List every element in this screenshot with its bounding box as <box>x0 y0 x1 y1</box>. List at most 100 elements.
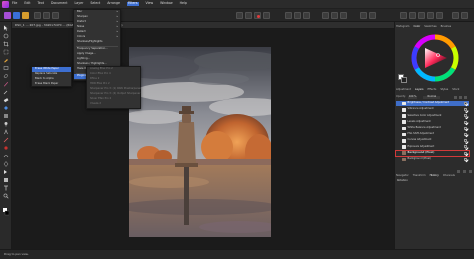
tab-color[interactable]: Color <box>413 25 420 29</box>
tab-effects[interactable]: Effects <box>428 88 437 92</box>
layer-row[interactable]: Levels Adjustment <box>396 120 469 125</box>
toolbar-icon[interactable] <box>263 12 270 19</box>
tool-option-icon[interactable] <box>52 12 59 19</box>
toolbar-icon[interactable] <box>461 12 468 19</box>
layer-row[interactable]: Vibrance Adjustment <box>396 107 469 112</box>
menu-filters[interactable]: Filters <box>126 1 139 6</box>
tab-navigator[interactable]: Navigator <box>396 174 409 178</box>
menu-text[interactable]: Text <box>38 1 44 6</box>
blemish-tool-icon[interactable] <box>3 137 9 143</box>
toolbar-icon[interactable] <box>331 12 338 19</box>
toolbar-icon[interactable] <box>427 12 434 19</box>
layer-visibility-checkbox[interactable] <box>464 108 467 112</box>
toolbar-icon[interactable] <box>236 12 243 19</box>
affinity-photo-logo-icon[interactable] <box>2 1 9 8</box>
tab-layers[interactable]: Layers <box>415 88 424 92</box>
tab-stock[interactable]: Stock <box>452 88 459 92</box>
layer-option-icon[interactable] <box>459 96 463 99</box>
menu-edit[interactable]: Edit <box>24 1 30 6</box>
color-picker-icon[interactable] <box>3 89 9 95</box>
add-adjustment-icon[interactable] <box>463 169 466 173</box>
view-tool-icon[interactable] <box>3 33 9 39</box>
menu-arrange[interactable]: Arrange <box>107 1 120 6</box>
layer-visibility-checkbox[interactable] <box>464 120 467 124</box>
toolbar-icon[interactable] <box>322 12 329 19</box>
toolbar-icon[interactable] <box>340 12 347 19</box>
menu-view[interactable]: View <box>146 1 154 6</box>
selection-brush-icon[interactable] <box>3 49 9 55</box>
record-macro-icon[interactable] <box>254 12 261 19</box>
menu-file[interactable]: File <box>12 1 17 6</box>
menu-window[interactable]: Window <box>160 1 173 6</box>
layer-option-icon[interactable] <box>464 96 468 99</box>
add-layer-icon[interactable] <box>457 169 460 173</box>
blend-mode-select[interactable]: Normal <box>423 96 441 99</box>
layer-visibility-checkbox[interactable] <box>464 145 467 149</box>
menu-item-erase-black-paper[interactable]: Erase Black Paper <box>32 82 71 87</box>
toolbar-icon[interactable] <box>436 12 443 19</box>
layer-row-background-highlighted[interactable]: Background (Pixel) <box>395 149 470 157</box>
layer-visibility-checkbox[interactable] <box>464 151 467 155</box>
marquee-tool-icon[interactable] <box>3 65 9 71</box>
erase-brush-icon[interactable] <box>3 97 9 103</box>
color-wheel[interactable] <box>411 34 459 82</box>
color-swatch-icon[interactable] <box>3 208 10 216</box>
tool-option-icon[interactable] <box>43 12 50 19</box>
tab-brushes[interactable]: Brushes <box>441 25 451 29</box>
smudge-brush-icon[interactable] <box>3 153 9 159</box>
paint-brush-icon[interactable] <box>3 81 9 87</box>
develop-persona-icon[interactable] <box>22 12 29 19</box>
layer-option-icon[interactable] <box>454 96 458 99</box>
toolbar-icon[interactable] <box>285 12 292 19</box>
menu-document[interactable]: Document <box>51 1 68 6</box>
layer-visibility-checkbox[interactable] <box>464 114 467 118</box>
toolbar-icon[interactable] <box>369 12 376 19</box>
layer-visibility-checkbox[interactable] <box>464 139 467 143</box>
zoom-tool-icon[interactable] <box>3 193 9 199</box>
menu-item-shadows-highlights[interactable]: Shadows/Highlights <box>74 40 120 45</box>
layer-row[interactable]: White Balance Adjustment <box>396 126 469 131</box>
fill-tool-icon[interactable] <box>3 105 9 111</box>
tab-history[interactable]: History <box>430 174 439 178</box>
tab-swatches[interactable]: Swatches <box>424 25 436 29</box>
plugin-item[interactable]: Viveza 2 <box>87 102 140 107</box>
red-eye-tool-icon[interactable] <box>3 145 9 151</box>
pen-tool-icon[interactable] <box>3 161 9 167</box>
flood-select-icon[interactable] <box>3 57 9 63</box>
crop-tool-icon[interactable] <box>3 41 9 47</box>
toolbar-icon[interactable] <box>303 12 310 19</box>
layer-visibility-checkbox[interactable] <box>464 157 467 161</box>
layer-row[interactable]: Curves Adjustment <box>396 138 469 143</box>
menu-select[interactable]: Select <box>90 1 100 6</box>
opacity-field[interactable]: 100 % <box>407 96 418 99</box>
shape-tool-icon[interactable] <box>3 177 9 183</box>
toolbar-icon[interactable] <box>294 12 301 19</box>
gradient-tool-icon[interactable] <box>3 113 9 119</box>
layer-row[interactable]: Background (Pixel) <box>396 157 469 162</box>
toolbar-icon[interactable] <box>452 12 459 19</box>
delete-layer-icon[interactable] <box>469 169 472 173</box>
history-item[interactable]: Rotation <box>397 179 408 183</box>
infrared-photo-canvas[interactable] <box>129 47 271 237</box>
toolbar-icon[interactable] <box>418 12 425 19</box>
tab-histogram[interactable]: Histogram <box>396 25 409 29</box>
photo-persona-icon[interactable] <box>4 12 11 19</box>
liquify-persona-icon[interactable] <box>13 12 20 19</box>
layer-visibility-checkbox[interactable] <box>464 133 467 137</box>
layer-row[interactable]: Exposure Adjustment <box>396 144 469 149</box>
node-tool-icon[interactable] <box>3 169 9 175</box>
tab-channels[interactable]: Channels <box>443 174 455 178</box>
tool-option-icon[interactable] <box>34 12 41 19</box>
layer-row[interactable]: HSL Shift Adjustment <box>396 132 469 137</box>
layer-row[interactable]: Selective Color Adjustment <box>396 113 469 118</box>
tab-styles[interactable]: Styles <box>440 88 448 92</box>
toolbar-icon[interactable] <box>400 12 407 19</box>
toolbar-icon[interactable] <box>360 12 367 19</box>
tab-adjustment[interactable]: Adjustment <box>396 88 411 92</box>
tab-transform[interactable]: Transform <box>413 174 426 178</box>
secondary-color-swatch[interactable] <box>401 77 407 83</box>
clone-brush-icon[interactable] <box>3 129 9 135</box>
freehand-select-icon[interactable] <box>3 73 9 79</box>
layer-row[interactable]: Brightness / Contrast Adjustment <box>396 101 469 107</box>
toolbar-icon[interactable] <box>245 12 252 19</box>
